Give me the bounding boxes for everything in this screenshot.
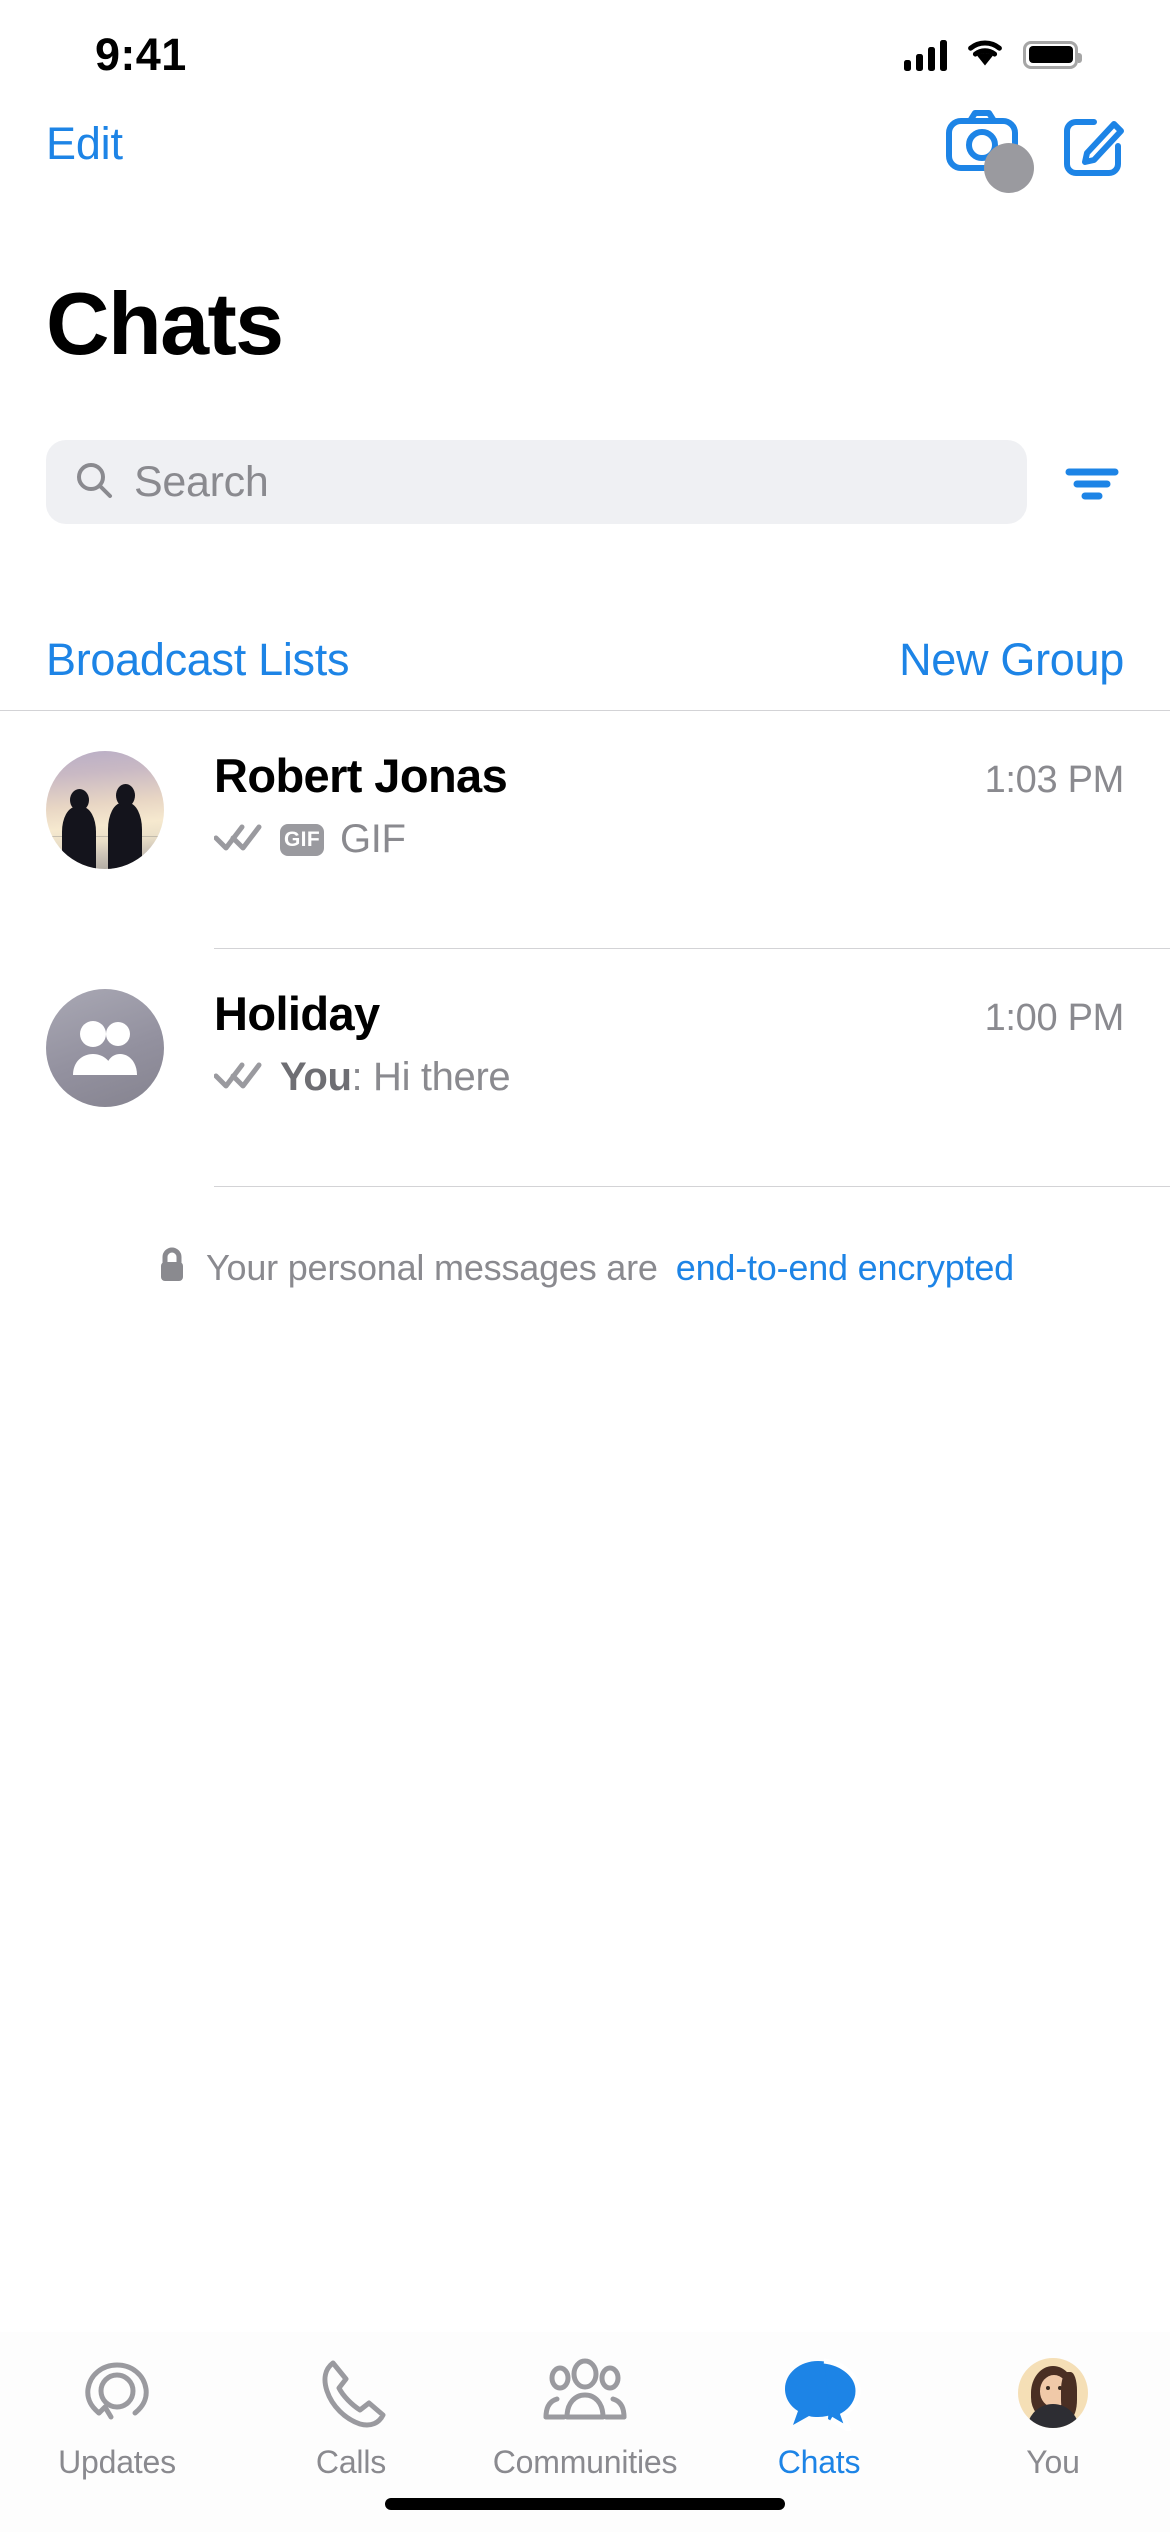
status-bar-time: 9:41 [95, 29, 187, 80]
phone-icon [315, 2354, 387, 2432]
filter-button[interactable] [1059, 449, 1124, 515]
updates-status-icon [79, 2354, 155, 2432]
camera-button[interactable] [946, 109, 1034, 193]
encryption-learn-more-link[interactable]: end-to-end encrypted [676, 1247, 1014, 1289]
tab-label: You [1026, 2444, 1080, 2480]
page-title: Chats [46, 274, 284, 373]
chat-preview-sender: You [280, 1055, 352, 1100]
status-bar-icons [903, 22, 1082, 73]
status-bar: 9:41 [0, 0, 1170, 95]
chat-bubbles-icon [776, 2354, 862, 2432]
quick-links-row: Broadcast Lists New Group [0, 615, 1170, 705]
tab-you[interactable]: You [936, 2354, 1170, 2481]
tab-label: Updates [58, 2444, 176, 2480]
chat-list-item[interactable]: Robert Jonas 1:03 PM GIF GIF [0, 711, 1170, 949]
double-check-icon [213, 822, 266, 857]
broadcast-lists-button[interactable]: Broadcast Lists [46, 634, 349, 686]
filter-icon [1065, 468, 1119, 500]
battery-full-icon [1023, 40, 1082, 69]
lock-icon [156, 1245, 188, 1290]
compose-new-chat-button[interactable] [1062, 112, 1128, 178]
chat-preview: GIF [340, 817, 406, 862]
chat-timestamp: 1:03 PM [984, 759, 1125, 801]
chat-preview: You: Hi there [280, 1055, 511, 1100]
tab-chats[interactable]: Chats [702, 2354, 936, 2481]
search-row: Search [0, 434, 1170, 530]
double-check-icon [213, 1060, 266, 1095]
chat-item-body: Holiday 1:00 PM You: Hi there [164, 985, 1124, 1100]
chat-list-item[interactable]: Holiday 1:00 PM You: Hi there [0, 949, 1170, 1187]
search-input[interactable]: Search [46, 440, 1028, 524]
search-icon [74, 460, 114, 505]
navigation-bar: Edit [0, 95, 1170, 200]
encryption-notice: Your personal messages are end-to-end en… [0, 1245, 1170, 1290]
camera-overlay-dot [984, 143, 1034, 193]
encryption-text: Your personal messages are [206, 1246, 658, 1288]
tab-label: Chats [777, 2444, 861, 2480]
search-placeholder: Search [134, 457, 269, 506]
row-separator [214, 1186, 1170, 1187]
nav-actions [946, 109, 1128, 193]
avatar [46, 989, 164, 1107]
tab-label: Communities [492, 2444, 678, 2480]
edit-button[interactable]: Edit [46, 121, 123, 166]
chat-preview-text: : Hi there [351, 1055, 511, 1100]
home-indicator [385, 2498, 785, 2510]
avatar [46, 751, 164, 869]
wifi-icon [964, 36, 1006, 73]
compose-new-chat-icon [1064, 119, 1124, 176]
tab-calls[interactable]: Calls [234, 2354, 468, 2481]
gif-badge: GIF [280, 823, 324, 856]
new-group-button[interactable]: New Group [899, 634, 1124, 686]
cellular-signal-icon [903, 39, 947, 71]
communities-icon [540, 2354, 630, 2432]
tab-label: Calls [315, 2444, 387, 2480]
tab-communities[interactable]: Communities [468, 2354, 702, 2481]
chat-name: Holiday [214, 987, 380, 1040]
tab-updates[interactable]: Updates [0, 2354, 234, 2481]
group-people-icon [73, 1021, 137, 1075]
chat-timestamp: 1:00 PM [984, 997, 1125, 1039]
chat-list: Robert Jonas 1:03 PM GIF GIF Holiday 1:0… [0, 711, 1170, 1187]
chat-item-body: Robert Jonas 1:03 PM GIF GIF [164, 747, 1124, 862]
chat-name: Robert Jonas [214, 749, 508, 802]
profile-memoji-avatar [1018, 2354, 1088, 2432]
